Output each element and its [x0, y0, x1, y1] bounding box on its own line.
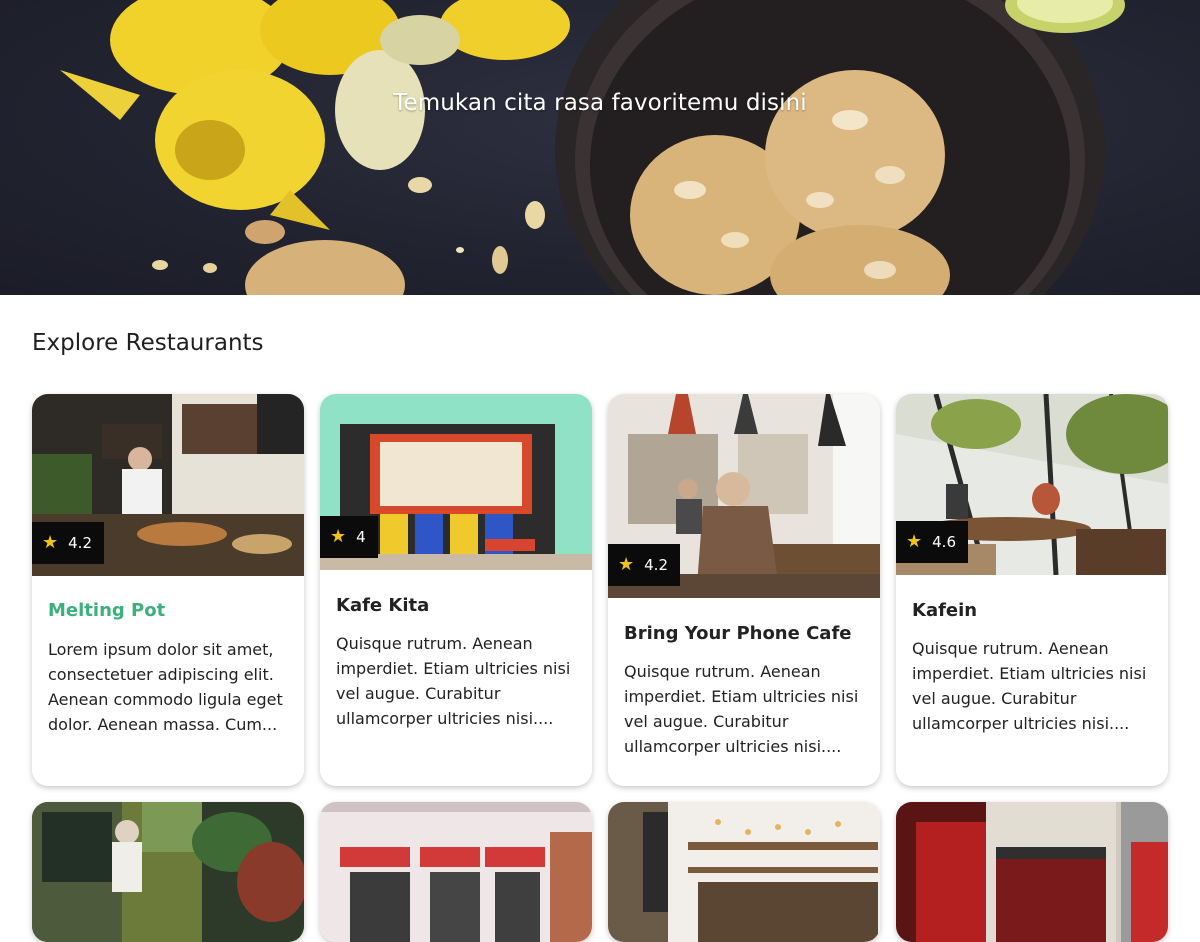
hero-tagline: Temukan cita rasa favoritemu disini — [393, 90, 807, 116]
restaurant-image — [608, 802, 880, 942]
star-icon: ★ — [906, 531, 923, 552]
restaurant-card[interactable] — [896, 802, 1168, 942]
restaurant-card[interactable] — [320, 802, 592, 942]
star-icon: ★ — [330, 526, 347, 547]
restaurant-name[interactable]: Melting Pot — [48, 600, 165, 621]
restaurant-card[interactable] — [32, 802, 304, 942]
restaurant-card[interactable]: ★ 4.2 Melting Pot Lorem ipsum dolor sit … — [32, 394, 304, 786]
rating-value: 4.2 — [644, 556, 668, 574]
restaurant-name[interactable]: Kafein — [912, 600, 977, 621]
section-title: Explore Restaurants — [32, 330, 264, 356]
restaurant-image — [320, 802, 592, 942]
restaurant-card[interactable]: ★ 4.2 Bring Your Phone Cafe Quisque rutr… — [608, 394, 880, 786]
restaurant-image — [32, 802, 304, 942]
hero-banner: Temukan cita rasa favoritemu disini — [0, 0, 1200, 295]
rating-value: 4.6 — [932, 533, 956, 551]
rating-value: 4.2 — [68, 534, 92, 552]
star-icon: ★ — [618, 554, 635, 575]
restaurant-description: Quisque rutrum. Aenean imperdiet. Etiam … — [912, 639, 1147, 733]
rating-badge: ★ 4.2 — [32, 522, 104, 564]
restaurant-description: Lorem ipsum dolor sit amet, consectetuer… — [48, 640, 283, 734]
restaurant-description: Quisque rutrum. Aenean imperdiet. Etiam … — [624, 662, 859, 756]
restaurant-description: Quisque rutrum. Aenean imperdiet. Etiam … — [336, 634, 571, 728]
hero-image — [60, 0, 1125, 295]
restaurant-card[interactable]: ★ 4 Kafe Kita Quisque rutrum. Aenean imp… — [320, 394, 592, 786]
rating-badge: ★ 4.6 — [896, 521, 968, 563]
rating-value: 4 — [356, 528, 366, 546]
star-icon: ★ — [42, 532, 59, 553]
restaurant-name[interactable]: Bring Your Phone Cafe — [624, 623, 852, 644]
restaurant-card[interactable] — [608, 802, 880, 942]
rating-badge: ★ 4 — [320, 516, 378, 558]
restaurant-name[interactable]: Kafe Kita — [336, 595, 429, 616]
rating-badge: ★ 4.2 — [608, 544, 680, 586]
restaurant-card[interactable]: ★ 4.6 Kafein Quisque rutrum. Aenean impe… — [896, 394, 1168, 786]
restaurant-image — [896, 802, 1168, 942]
